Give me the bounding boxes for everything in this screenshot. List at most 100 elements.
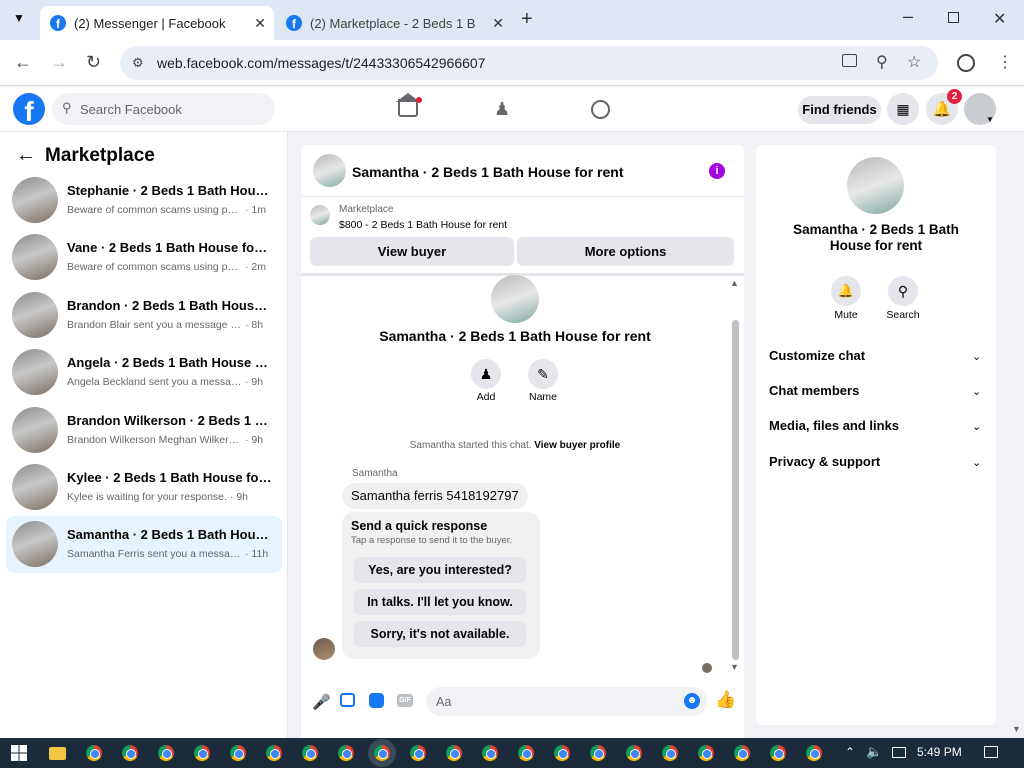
- microphone-icon[interactable]: 🎤: [312, 693, 331, 711]
- install-app-icon[interactable]: [842, 54, 857, 67]
- customize-chat-section[interactable]: Customize chat: [769, 348, 865, 363]
- thumbs-up-icon[interactable]: 👍: [715, 690, 736, 710]
- search-in-chat-button[interactable]: ⚲: [888, 276, 918, 306]
- address-bar[interactable]: ⚙ web.facebook.com/messages/t/2443330654…: [120, 46, 938, 80]
- scroll-down-arrow-icon[interactable]: ▼: [730, 662, 739, 672]
- conversation-item[interactable]: Brandon Wilkerson · 2 Beds 1 Bath... Bran…: [6, 402, 282, 459]
- back-icon[interactable]: ←: [14, 52, 32, 73]
- menu-grid-button[interactable]: ▦: [887, 93, 919, 125]
- quick-response-yes-button[interactable]: Yes, are you interested?: [354, 557, 526, 583]
- chrome-taskbar-icon[interactable]: [698, 745, 714, 761]
- chrome-taskbar-icon[interactable]: [590, 745, 606, 761]
- chrome-taskbar-icon[interactable]: [554, 745, 570, 761]
- chrome-taskbar-icon[interactable]: [518, 745, 534, 761]
- chrome-taskbar-icon[interactable]: [446, 745, 462, 761]
- more-options-button[interactable]: More options: [517, 237, 734, 266]
- sticker-icon[interactable]: [369, 693, 384, 708]
- new-tab-icon[interactable]: +: [521, 8, 533, 31]
- chat-scrollbar[interactable]: [732, 320, 739, 660]
- conversation-item[interactable]: Kylee · 2 Beds 1 Bath House for rent Kyle…: [6, 459, 282, 516]
- listing-price-title[interactable]: $800 - 2 Beds 1 Bath House for rent: [339, 219, 507, 231]
- chrome-taskbar-icon[interactable]: [806, 745, 822, 761]
- message-composer-input[interactable]: Aa ☻: [426, 687, 707, 716]
- tab-messenger[interactable]: f (2) Messenger | Facebook ✕: [40, 6, 274, 40]
- chrome-taskbar-icon[interactable]: [338, 745, 354, 761]
- reload-icon[interactable]: ↻: [86, 52, 101, 73]
- tab-marketplace[interactable]: f (2) Marketplace - 2 Beds 1 Bath ✕: [276, 6, 512, 40]
- file-explorer-icon[interactable]: [49, 747, 66, 760]
- windows-start-icon[interactable]: [11, 745, 27, 761]
- close-tab-icon[interactable]: ✕: [492, 15, 504, 32]
- details-avatar[interactable]: [847, 157, 904, 214]
- conversation-item[interactable]: Stephanie · 2 Beds 1 Bath House fo... Bew…: [6, 172, 282, 229]
- find-friends-button[interactable]: Find friends: [798, 96, 881, 124]
- view-buyer-profile-link[interactable]: View buyer profile: [534, 440, 620, 451]
- conversation-item[interactable]: Angela · 2 Beds 1 Bath House for r... Ang…: [6, 344, 282, 401]
- chat-title[interactable]: Samantha · 2 Beds 1 Bath House for rent: [352, 164, 624, 180]
- chrome-taskbar-icon[interactable]: [302, 745, 318, 761]
- message-bubble[interactable]: Samantha ferris 5418192797: [342, 483, 528, 509]
- tab-search-dropdown-icon[interactable]: ▼: [13, 11, 25, 25]
- restore-icon[interactable]: [948, 12, 959, 23]
- groups-icon[interactable]: [591, 100, 610, 119]
- profile-avatar[interactable]: [491, 275, 539, 323]
- clock-time[interactable]: 5:49 PM: [917, 745, 962, 759]
- sender-avatar[interactable]: [313, 638, 335, 660]
- conversation-avatar: [12, 406, 58, 453]
- quick-response-in-talks-button[interactable]: In talks. I'll let you know.: [354, 589, 526, 615]
- profile-icon[interactable]: [957, 54, 975, 72]
- info-icon[interactable]: i: [709, 163, 725, 179]
- browser-menu-icon[interactable]: ⋮: [997, 52, 1013, 72]
- chrome-taskbar-icon[interactable]: [368, 739, 396, 767]
- gif-icon[interactable]: GIF: [397, 694, 413, 707]
- name-button[interactable]: ✎: [528, 359, 558, 389]
- conversation-item[interactable]: Brandon · 2 Beds 1 Bath House for ... Bra…: [6, 287, 282, 344]
- notification-center-icon[interactable]: [984, 746, 998, 758]
- chevron-down-icon[interactable]: ⌄: [972, 420, 981, 433]
- media-files-links-section[interactable]: Media, files and links: [769, 418, 899, 433]
- chrome-taskbar-icon[interactable]: [194, 745, 210, 761]
- site-info-icon[interactable]: ⚙: [132, 55, 144, 71]
- chrome-taskbar-icon[interactable]: [662, 745, 678, 761]
- back-arrow-icon[interactable]: ←: [16, 144, 36, 167]
- chrome-taskbar-icon[interactable]: [86, 745, 102, 761]
- chevron-down-icon[interactable]: ⌄: [972, 385, 981, 398]
- view-buyer-button[interactable]: View buyer: [310, 237, 514, 266]
- listing-thumbnail[interactable]: [310, 205, 330, 225]
- chat-avatar[interactable]: [313, 154, 346, 187]
- forward-icon[interactable]: →: [50, 52, 68, 73]
- volume-icon[interactable]: 🔈: [866, 744, 882, 760]
- chat-members-section[interactable]: Chat members: [769, 383, 859, 398]
- conversation-item[interactable]: Vane · 2 Beds 1 Bath House for rent Bewar…: [6, 229, 282, 286]
- privacy-support-section[interactable]: Privacy & support: [769, 454, 880, 469]
- chrome-taskbar-icon[interactable]: [770, 745, 786, 761]
- page-scroll-down-icon[interactable]: ▼: [1012, 724, 1021, 734]
- chrome-taskbar-icon[interactable]: [122, 745, 138, 761]
- chrome-taskbar-icon[interactable]: [230, 745, 246, 761]
- close-tab-icon[interactable]: ✕: [254, 15, 266, 32]
- emoji-icon[interactable]: ☻: [684, 693, 700, 709]
- network-icon[interactable]: [892, 747, 906, 758]
- chevron-down-icon[interactable]: ⌄: [972, 456, 981, 469]
- friends-icon[interactable]: ♟: [494, 99, 510, 120]
- photo-icon[interactable]: [340, 693, 355, 707]
- chrome-taskbar-icon[interactable]: [734, 745, 750, 761]
- close-window-icon[interactable]: ✕: [993, 9, 1006, 29]
- chrome-taskbar-icon[interactable]: [266, 745, 282, 761]
- chrome-taskbar-icon[interactable]: [410, 745, 426, 761]
- add-button[interactable]: ♟: [471, 359, 501, 389]
- minimize-icon[interactable]: –: [903, 6, 913, 27]
- scroll-up-arrow-icon[interactable]: ▲: [730, 278, 739, 288]
- bookmark-star-icon[interactable]: ☆: [907, 52, 921, 72]
- facebook-logo-icon[interactable]: f: [13, 93, 45, 125]
- chrome-taskbar-icon[interactable]: [482, 745, 498, 761]
- quick-response-not-available-button[interactable]: Sorry, it's not available.: [354, 621, 526, 647]
- search-facebook-input[interactable]: ⚲ Search Facebook: [52, 93, 275, 125]
- chevron-down-icon[interactable]: ⌄: [972, 350, 981, 363]
- chrome-taskbar-icon[interactable]: [626, 745, 642, 761]
- mute-button[interactable]: 🔔: [831, 276, 861, 306]
- zoom-icon[interactable]: ⚲: [876, 52, 888, 72]
- chrome-taskbar-icon[interactable]: [158, 745, 174, 761]
- conversation-item[interactable]: Samantha · 2 Beds 1 Bath House fo... Sama…: [6, 516, 282, 574]
- tray-chevron-icon[interactable]: ⌃: [845, 745, 855, 759]
